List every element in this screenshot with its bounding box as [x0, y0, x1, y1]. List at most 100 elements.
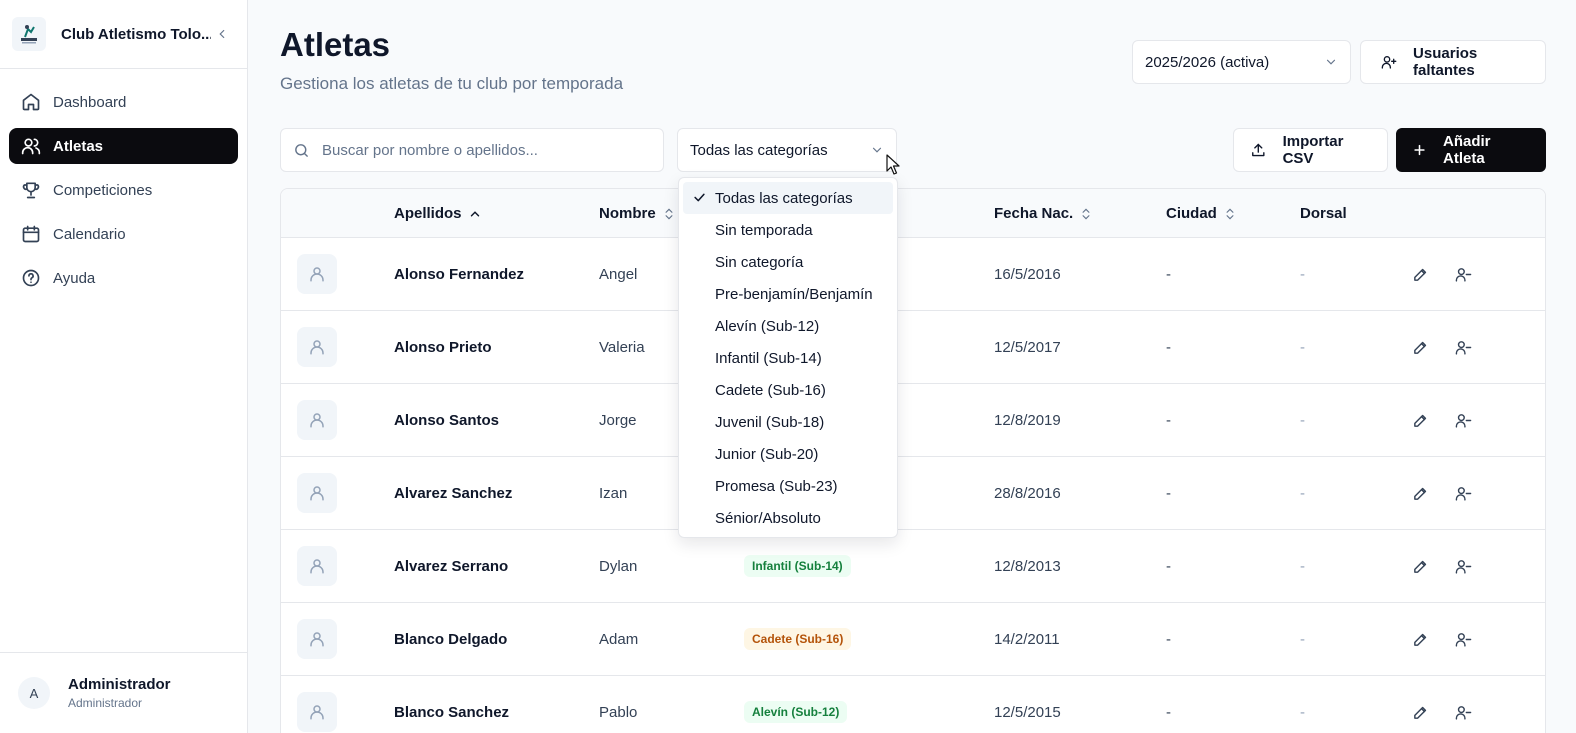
search-input[interactable]	[322, 141, 642, 159]
dropdown-option[interactable]: Sénior/Absoluto	[683, 502, 893, 534]
dropdown-option-label: Infantil (Sub-14)	[715, 349, 822, 367]
table-row[interactable]: Alonso Prieto Valeria 12/5/2017 - -	[281, 311, 1545, 384]
category-dropdown-menu: Todas las categorías Sin temporada Sin cat…	[678, 177, 898, 538]
column-header-city[interactable]: Ciudad	[1166, 189, 1237, 238]
search-icon	[295, 143, 308, 157]
sidebar-item-calendario[interactable]: Calendario	[9, 216, 238, 252]
edit-icon[interactable]	[1410, 337, 1430, 357]
athlete-city: -	[1166, 265, 1171, 283]
table-row[interactable]: Blanco Sanchez Pablo Alevín (Sub-12) 12/5/2…	[281, 676, 1545, 733]
category-select[interactable]: Todas las categorías	[677, 128, 897, 172]
sidebar-brand: Club Atletismo Tolo...	[0, 0, 247, 69]
dropdown-option[interactable]: Infantil (Sub-14)	[683, 342, 893, 374]
dropdown-option[interactable]: Promesa (Sub-23)	[683, 470, 893, 502]
athlete-city: -	[1166, 338, 1171, 356]
dropdown-option[interactable]: Sin temporada	[683, 214, 893, 246]
dropdown-option[interactable]: Pre-benjamín/Benjamín	[683, 278, 893, 310]
dropdown-option-label: Sin temporada	[715, 221, 813, 239]
chevron-down-icon	[870, 143, 884, 157]
sidebar-item-label: Competiciones	[53, 181, 153, 199]
dropdown-option-label: Alevín (Sub-12)	[715, 317, 820, 335]
remove-user-icon[interactable]	[1453, 410, 1473, 430]
add-athlete-button[interactable]: Añadir Atleta	[1396, 128, 1546, 172]
table-row[interactable]: Alvarez Sanchez Izan 28/8/2016 - -	[281, 457, 1545, 530]
import-csv-label: Importar CSV	[1282, 133, 1344, 167]
mouse-cursor-icon	[886, 154, 900, 175]
dropdown-option-label: Sénior/Absoluto	[715, 509, 821, 527]
column-header-birth[interactable]: Fecha Nac.	[994, 189, 1093, 238]
upload-icon	[1252, 143, 1265, 157]
search-field[interactable]	[280, 128, 664, 172]
column-header-name[interactable]: Nombre	[599, 189, 676, 238]
plus-icon	[1414, 144, 1425, 156]
remove-user-icon[interactable]	[1453, 264, 1473, 284]
column-header-lastname[interactable]: Apellidos	[394, 189, 482, 238]
user-profile[interactable]: A Administrador Administrador	[0, 652, 247, 733]
table-row[interactable]: Alonso Santos Jorge 12/8/2019 - -	[281, 384, 1545, 457]
dropdown-option[interactable]: Cadete (Sub-16)	[683, 374, 893, 406]
add-athlete-label: Añadir Atleta	[1443, 133, 1491, 167]
dropdown-option[interactable]: Sin categoría	[683, 246, 893, 278]
athlete-lastname: Alonso Santos	[394, 411, 500, 429]
user-info: Administrador Administrador	[68, 676, 171, 710]
season-select-value: 2025/2026 (activa)	[1145, 53, 1270, 71]
dropdown-option-label: Promesa (Sub-23)	[715, 477, 838, 495]
athlete-lastname: Blanco Delgado	[394, 630, 508, 648]
table-row[interactable]: Alvarez Serrano Dylan Infantil (Sub-14) 12/…	[281, 530, 1545, 603]
missing-users-button[interactable]: Usuarios faltantes	[1360, 40, 1546, 84]
athlete-avatar	[297, 473, 337, 513]
collapse-sidebar-icon[interactable]	[215, 27, 229, 41]
dropdown-option-label: Cadete (Sub-16)	[715, 381, 826, 399]
edit-icon[interactable]	[1410, 410, 1430, 430]
edit-icon[interactable]	[1410, 483, 1430, 503]
edit-icon[interactable]	[1410, 629, 1430, 649]
table-row[interactable]: Blanco Delgado Adam Cadete (Sub-16) 14/2/20…	[281, 603, 1545, 676]
sidebar-item-competiciones[interactable]: Competiciones	[9, 172, 238, 208]
edit-icon[interactable]	[1410, 556, 1430, 576]
dropdown-option-label: Pre-benjamín/Benjamín	[715, 285, 873, 303]
table-body: Alonso Fernandez Angel 16/5/2016- - Alonso P…	[281, 238, 1545, 733]
column-label: Dorsal	[1300, 205, 1347, 222]
edit-icon[interactable]	[1410, 264, 1430, 284]
athlete-lastname: Alonso Prieto	[394, 338, 492, 356]
user-icon	[308, 703, 326, 721]
sidebar-item-dashboard[interactable]: Dashboard	[9, 84, 238, 120]
dropdown-option[interactable]: Todas las categorías	[683, 182, 893, 214]
athlete-birthdate: 12/8/2013	[994, 557, 1061, 575]
sidebar-item-atletas[interactable]: Atletas	[9, 128, 238, 164]
import-csv-button[interactable]: Importar CSV	[1233, 128, 1388, 172]
category-badge: Cadete (Sub-16)	[744, 628, 852, 650]
user-role: Administrador	[68, 696, 143, 710]
home-icon	[22, 93, 40, 111]
season-select[interactable]: 2025/2026 (activa)	[1132, 40, 1351, 84]
athlete-city: -	[1166, 557, 1171, 575]
dropdown-option-label: Sin categoría	[715, 253, 804, 271]
athlete-birthdate: 12/5/2017	[994, 338, 1061, 356]
athlete-avatar	[297, 327, 337, 367]
remove-user-icon[interactable]	[1453, 629, 1473, 649]
athlete-name: Valeria	[599, 338, 645, 356]
athlete-avatar	[297, 546, 337, 586]
sidebar-item-ayuda[interactable]: Ayuda	[9, 260, 238, 296]
sidebar-item-label: Calendario	[53, 225, 126, 243]
athlete-name: Jorge	[599, 411, 637, 429]
remove-user-icon[interactable]	[1453, 702, 1473, 722]
sort-icon	[1226, 208, 1234, 219]
help-circle-icon	[22, 269, 40, 287]
remove-user-icon[interactable]	[1453, 556, 1473, 576]
user-icon	[308, 338, 326, 356]
dropdown-option[interactable]: Juvenil (Sub-18)	[683, 406, 893, 438]
athlete-dorsal: -	[1300, 484, 1305, 502]
dropdown-option[interactable]: Alevín (Sub-12)	[683, 310, 893, 342]
remove-user-icon[interactable]	[1453, 483, 1473, 503]
athletes-table: Apellidos Nombre Fecha Nac. Ciudad Dorsa…	[280, 188, 1546, 733]
remove-user-icon[interactable]	[1453, 337, 1473, 357]
table-row[interactable]: Alonso Fernandez Angel 16/5/2016 - -	[281, 238, 1545, 311]
user-icon	[308, 265, 326, 283]
sidebar-item-label: Dashboard	[53, 93, 127, 111]
dropdown-option[interactable]: Junior (Sub-20)	[683, 438, 893, 470]
athlete-birthdate: 16/5/2016	[994, 265, 1061, 283]
dropdown-option-label: Juvenil (Sub-18)	[715, 413, 825, 431]
athlete-category: Infantil (Sub-14)	[744, 530, 851, 602]
edit-icon[interactable]	[1410, 702, 1430, 722]
